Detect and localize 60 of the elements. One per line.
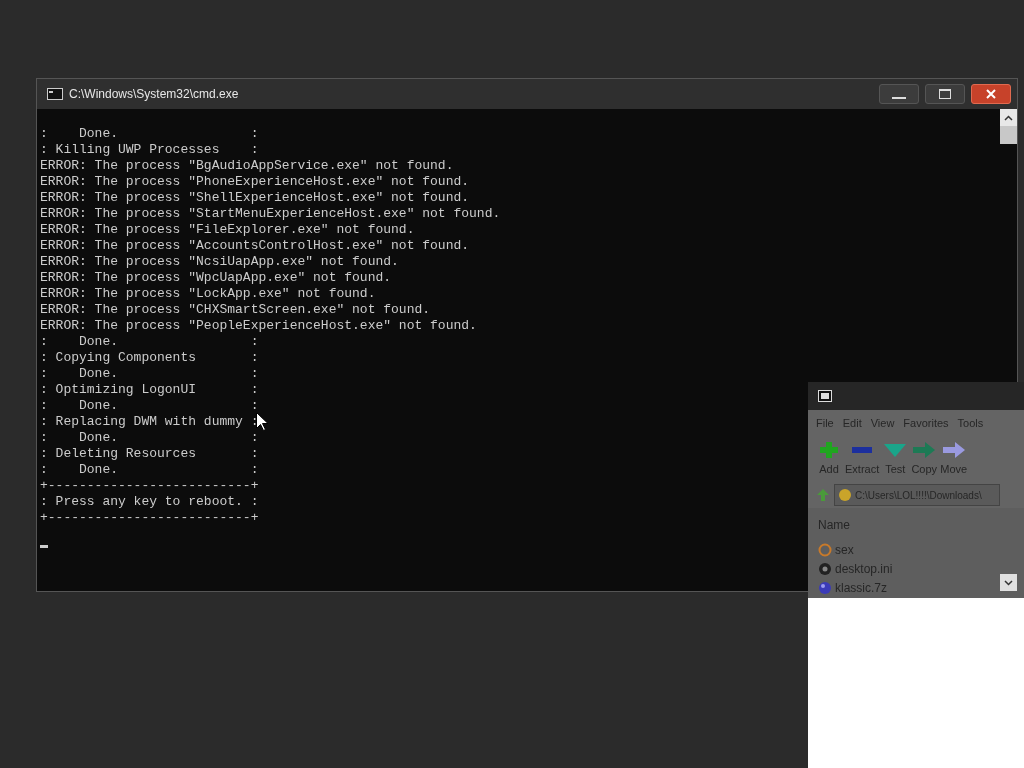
file-icon <box>818 561 832 576</box>
scroll-thumb[interactable] <box>1000 126 1017 144</box>
menu-item[interactable]: View <box>870 414 895 432</box>
console-line: : Killing UWP Processes : <box>40 142 259 158</box>
console-line: : Done. : <box>40 126 259 142</box>
console-line: ERROR: The process "AccountsControlHost.exe" not found. <box>40 238 470 254</box>
console-line: ERROR: The process "CHXSmartScreen.exe" not found. <box>40 302 431 318</box>
menu-item[interactable]: Tools <box>957 414 984 432</box>
archive-icon <box>818 580 832 595</box>
file-name[interactable]: klassic.7z <box>835 578 887 597</box>
console-line: +--------------------------+ <box>40 510 259 526</box>
console-line: : Copying Components : <box>40 350 259 366</box>
console-line: ERROR: The process "WpcUapApp.exe" not found. <box>40 270 392 286</box>
window-title: C:\Windows\System32\cmd.exe <box>69 86 240 103</box>
mouse-pointer-icon <box>256 412 268 431</box>
console-line: : Optimizing LogonUI : <box>40 382 259 398</box>
scroll-down-button[interactable] <box>1000 574 1017 591</box>
down-caret-icon <box>1004 579 1013 586</box>
console-line: ERROR: The process "ShellExperienceHost.exe" not found. <box>40 190 470 206</box>
console-line: ERROR: The process "NcsiUapApp.exe" not found. <box>40 254 399 270</box>
toolbar-button[interactable]: Test <box>882 440 909 482</box>
console-line: : Deleting Resources : <box>40 446 259 462</box>
scrollbar[interactable] <box>1000 109 1017 591</box>
console-icon <box>47 88 63 100</box>
console-line: ERROR: The process "FileExplorer.exe" not found. <box>40 222 415 238</box>
toolbar-button[interactable]: Move <box>940 440 968 482</box>
minimize-button[interactable] <box>879 84 919 104</box>
file-name[interactable]: desktop.ini <box>835 559 893 578</box>
text-cursor <box>40 545 48 548</box>
console-line: ERROR: The process "BgAudioAppService.exe" not found. <box>40 158 454 174</box>
console-line: : Done. : <box>40 366 259 382</box>
maximize-button[interactable] <box>925 84 965 104</box>
console-line: : Done. : <box>40 430 259 446</box>
console-line: : Press any key to reboot. : <box>40 494 259 510</box>
toolbar-button[interactable]: Add <box>816 440 842 482</box>
console-line: ERROR: The process "PeopleExperienceHost.exe" not found. <box>40 318 477 334</box>
scroll-up-button[interactable] <box>1000 109 1017 126</box>
column-header[interactable]: Name <box>818 516 1014 534</box>
console-line: ERROR: The process "LockApp.exe" not found. <box>40 286 376 302</box>
console-line: +--------------------------+ <box>40 478 259 494</box>
console-line: : Replacing DWM with dummy : <box>40 414 259 430</box>
close-button[interactable] <box>971 84 1011 104</box>
console-line: : Done. : <box>40 334 259 350</box>
app-icon <box>818 390 832 402</box>
console-line: ERROR: The process "PhoneExperienceHost.exe" not found. <box>40 174 470 190</box>
file-name[interactable]: sex <box>835 540 854 559</box>
menu-item[interactable]: Edit <box>842 414 862 432</box>
console-line: : Done. : <box>40 398 259 414</box>
close-icon <box>985 89 997 99</box>
minimize-icon <box>892 96 906 99</box>
menu-item[interactable]: File <box>816 414 834 432</box>
console-line: ERROR: The process "StartMenuExperienceHost.exe" not found. <box>40 206 501 222</box>
file-icon <box>818 542 832 557</box>
maximize-icon <box>939 89 951 99</box>
toolbar-button[interactable]: Extract <box>845 440 880 482</box>
arrow-icon <box>940 440 967 460</box>
toolbar-button[interactable]: Copy <box>911 440 938 482</box>
console-line: : Done. : <box>40 462 259 478</box>
menu-item[interactable]: Favorites <box>903 414 949 432</box>
up-caret-icon <box>1004 114 1013 121</box>
